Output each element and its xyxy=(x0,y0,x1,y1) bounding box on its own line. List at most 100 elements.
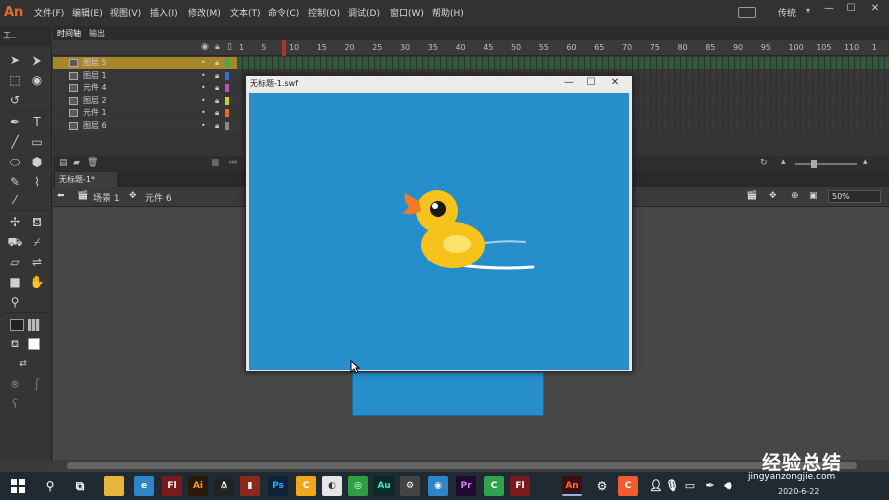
free-transform-icon[interactable]: ⬚ xyxy=(6,72,24,88)
pencil-tool-icon[interactable]: ✎ xyxy=(6,174,24,190)
app-icon-an[interactable]: An xyxy=(562,476,582,496)
center-stage-icon[interactable]: ▣ xyxy=(809,191,818,201)
layer-color-swatch[interactable] xyxy=(225,109,229,117)
hand-tool-icon[interactable]: ✋ xyxy=(28,274,46,290)
visibility-dot-icon[interactable]: • xyxy=(201,95,206,107)
chevron-down-icon[interactable]: ▾ xyxy=(806,6,810,15)
bone-tool-icon[interactable]: ✢ xyxy=(6,214,24,230)
zoom-tool-icon[interactable]: ⚲ xyxy=(6,294,24,310)
app-icon-camtasia[interactable]: C xyxy=(484,476,504,496)
lasso-icon[interactable]: ↺ xyxy=(6,92,24,108)
lock-icon[interactable]: 🔒︎ xyxy=(215,57,219,69)
swf-minimize-button[interactable]: — xyxy=(558,76,580,90)
menu-text[interactable]: 文本(T) xyxy=(230,6,261,20)
menu-view[interactable]: 视图(V) xyxy=(110,6,141,20)
frame-ruler[interactable]: ◉ 🔒︎ ▯ 1 5 10 15 20 25 30 35 40 45 50 55 60 65 70 75 80 8… xyxy=(53,40,889,56)
swf-preview-window[interactable]: 无标题-1.swf — ☐ ✕ xyxy=(245,75,633,372)
outline-icon[interactable]: ▯ xyxy=(227,42,232,52)
swf-close-button[interactable]: ✕ xyxy=(604,76,626,90)
text-tool-icon[interactable]: T xyxy=(28,114,46,130)
app-icon-green[interactable]: ◎ xyxy=(348,476,368,496)
menu-commands[interactable]: 命令(C) xyxy=(268,6,299,20)
visibility-dot-icon[interactable]: • xyxy=(201,82,206,94)
zoom-in-frames-icon[interactable]: ▴ xyxy=(863,157,868,167)
polystar-tool-icon[interactable]: ⬢ xyxy=(28,154,46,170)
swf-canvas[interactable] xyxy=(249,93,629,370)
visibility-dot-icon[interactable]: • xyxy=(201,57,206,69)
visibility-dot-icon[interactable]: • xyxy=(201,107,206,119)
lock-icon[interactable]: 🔒︎ xyxy=(215,82,219,94)
network-icon[interactable]: ▭ xyxy=(680,476,700,496)
width-tool-icon[interactable]: ⇌ xyxy=(28,254,46,270)
pen-tool-icon[interactable]: ✒ xyxy=(6,114,24,130)
edit-symbol-icon[interactable]: ✥ xyxy=(769,191,777,201)
document-tab[interactable]: 无标题-1* xyxy=(55,172,117,187)
menu-edit[interactable]: 编辑(E) xyxy=(72,6,103,20)
file-explorer-icon[interactable] xyxy=(104,476,124,496)
settings-icon[interactable]: ⚙ xyxy=(592,476,612,496)
back-arrow-icon[interactable]: ⬅ xyxy=(57,191,65,201)
layer-color-swatch[interactable] xyxy=(225,84,229,92)
frame-zoom-slider[interactable] xyxy=(795,163,857,165)
playhead[interactable] xyxy=(282,40,286,56)
rectangle-tool-icon[interactable]: ▭ xyxy=(28,134,46,150)
frame-zoom-thumb[interactable] xyxy=(811,160,817,168)
layer-row[interactable]: 图层 5 • 🔒︎ xyxy=(53,57,889,69)
app-icon-orange[interactable]: C xyxy=(618,476,638,496)
workspace-sync-icon[interactable] xyxy=(738,7,756,18)
scrollbar-thumb[interactable] xyxy=(67,462,857,469)
delete-icon[interactable]: 🗑︎ xyxy=(87,158,98,168)
layer-color-swatch[interactable] xyxy=(225,71,229,80)
camera-layer-icon[interactable]: ■ xyxy=(211,158,220,168)
3d-rotation-icon[interactable]: ◉ xyxy=(28,72,46,88)
app-icon-au[interactable]: Au xyxy=(374,476,394,496)
paint-bucket-icon[interactable]: ⛾ xyxy=(28,214,46,230)
layer-name[interactable]: 元件 1 xyxy=(83,107,107,119)
breadcrumb-symbol[interactable]: 元件 6 xyxy=(145,191,172,204)
zoom-out-frames-icon[interactable]: ▴ xyxy=(781,157,786,167)
menu-debug[interactable]: 调试(D) xyxy=(348,6,380,20)
eyedropper-icon[interactable]: ⌿ xyxy=(28,234,46,250)
fill-bucket-icon[interactable]: ⛾ xyxy=(6,337,24,353)
swf-titlebar[interactable]: 无标题-1.swf — ☐ ✕ xyxy=(246,76,632,92)
tab-timeline[interactable]: 时间轴 xyxy=(57,28,81,39)
layer-name[interactable]: 元件 4 xyxy=(83,82,107,94)
qq-icon[interactable]: 🐧︎ xyxy=(214,476,234,496)
camera-icon[interactable]: ■ xyxy=(6,274,24,290)
task-view-icon[interactable]: ⧉ xyxy=(70,476,90,496)
subselection-tool-icon[interactable]: ⮞ xyxy=(28,52,46,68)
brush-tool-icon[interactable]: ⌇ xyxy=(28,174,46,190)
lock-icon[interactable]: 🔒︎ xyxy=(215,95,219,107)
app-icon-fl[interactable]: Fl xyxy=(162,476,182,496)
oval-tool-icon[interactable]: ⬭ xyxy=(6,154,24,170)
lock-icon[interactable]: 🔒︎ xyxy=(215,70,219,82)
eye-icon[interactable]: ◉ xyxy=(201,42,209,52)
pen-icon[interactable]: ✒ xyxy=(700,476,720,496)
menu-modify[interactable]: 修改(M) xyxy=(188,6,221,20)
workspace-selector[interactable]: 传统 xyxy=(778,6,796,19)
snap-to-icon[interactable]: ⊕ xyxy=(791,191,799,201)
new-folder-icon[interactable]: ▰ xyxy=(73,158,80,168)
swap-colors-icon[interactable]: ⇄ xyxy=(14,356,32,372)
new-layer-icon[interactable]: ▤ xyxy=(59,158,68,168)
fill-color-swatch[interactable] xyxy=(28,338,40,350)
edit-scene-icon[interactable]: 🎬︎ xyxy=(746,191,757,201)
paint-brush-icon[interactable]: ⁄ xyxy=(6,192,24,208)
start-icon[interactable] xyxy=(8,476,28,496)
lock-icon[interactable]: 🔒︎ xyxy=(215,107,219,119)
volume-icon[interactable]: 🔊︎ xyxy=(718,476,738,496)
maximize-button[interactable]: ☐ xyxy=(840,2,862,16)
app-icon-c[interactable]: C xyxy=(296,476,316,496)
app-icon-misc[interactable]: ◐ xyxy=(322,476,342,496)
close-button[interactable]: ✕ xyxy=(864,2,886,16)
stage-canvas[interactable] xyxy=(352,372,544,416)
menu-control[interactable]: 控制(O) xyxy=(308,6,340,20)
app-icon-ai[interactable]: Ai xyxy=(188,476,208,496)
lock-icon[interactable]: 🔒︎ xyxy=(215,42,220,52)
layer-color-swatch[interactable] xyxy=(225,96,229,105)
app-icon-pr[interactable]: Pr xyxy=(456,476,476,496)
menu-window[interactable]: 窗口(W) xyxy=(390,6,424,20)
lock-icon[interactable]: 🔒︎ xyxy=(215,120,219,132)
app-icon-globe[interactable]: ◉ xyxy=(428,476,448,496)
layer-color-swatch[interactable] xyxy=(225,59,229,67)
